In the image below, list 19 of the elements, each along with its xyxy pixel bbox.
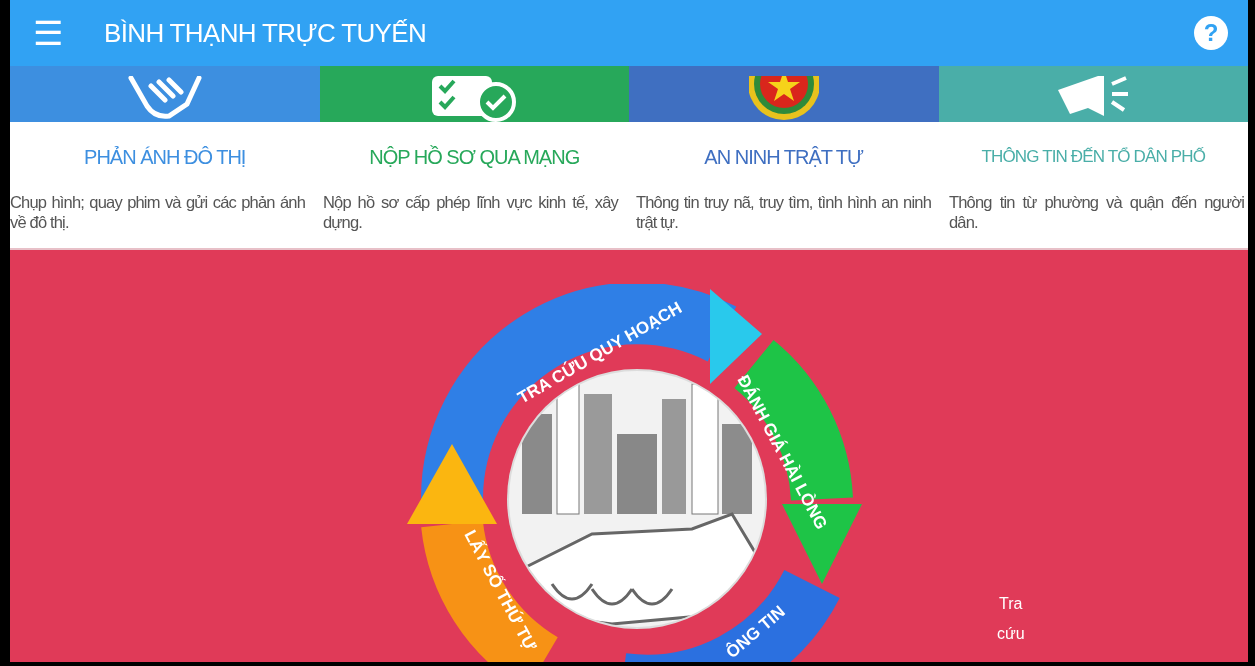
side-text: Tra (999, 594, 1023, 614)
service-title[interactable]: NỘP HỒ SƠ QUA MẠNG (369, 142, 580, 172)
cycle-label: LẤY SỐ THỨ TỰ (460, 526, 540, 654)
service-title[interactable]: AN NINH TRẬT TỰ (704, 142, 864, 172)
service-tile[interactable] (10, 66, 320, 122)
service-tile[interactable] (938, 66, 1248, 122)
emblem-icon (748, 76, 819, 122)
side-text: cứu (997, 624, 1025, 644)
menu-button[interactable]: ☰ (28, 16, 68, 50)
service-title[interactable]: THÔNG TIN ĐẾN TỔ DÂN PHỐ (981, 144, 1206, 170)
service-tile[interactable] (629, 66, 939, 122)
service-description: Thông tin từ phường và quận đến người dân. (949, 192, 1244, 233)
service-description: Nộp hồ sơ cấp phép lĩnh vực kinh tế, xây dựng. (323, 192, 618, 233)
help-button[interactable]: ? (1194, 16, 1228, 50)
service-description: Thông tin truy nã, truy tìm, tình hình an ninh trật tự. (636, 192, 931, 233)
service-description: Chụp hình; quay phim và gửi các phản ánh về đô thị. (10, 192, 305, 233)
app-title: BÌNH THẠNH TRỰC TUYẾN (104, 16, 427, 50)
service-tile[interactable] (319, 66, 629, 122)
service-title[interactable]: PHẢN ÁNH ĐÔ THỊ (84, 142, 246, 172)
